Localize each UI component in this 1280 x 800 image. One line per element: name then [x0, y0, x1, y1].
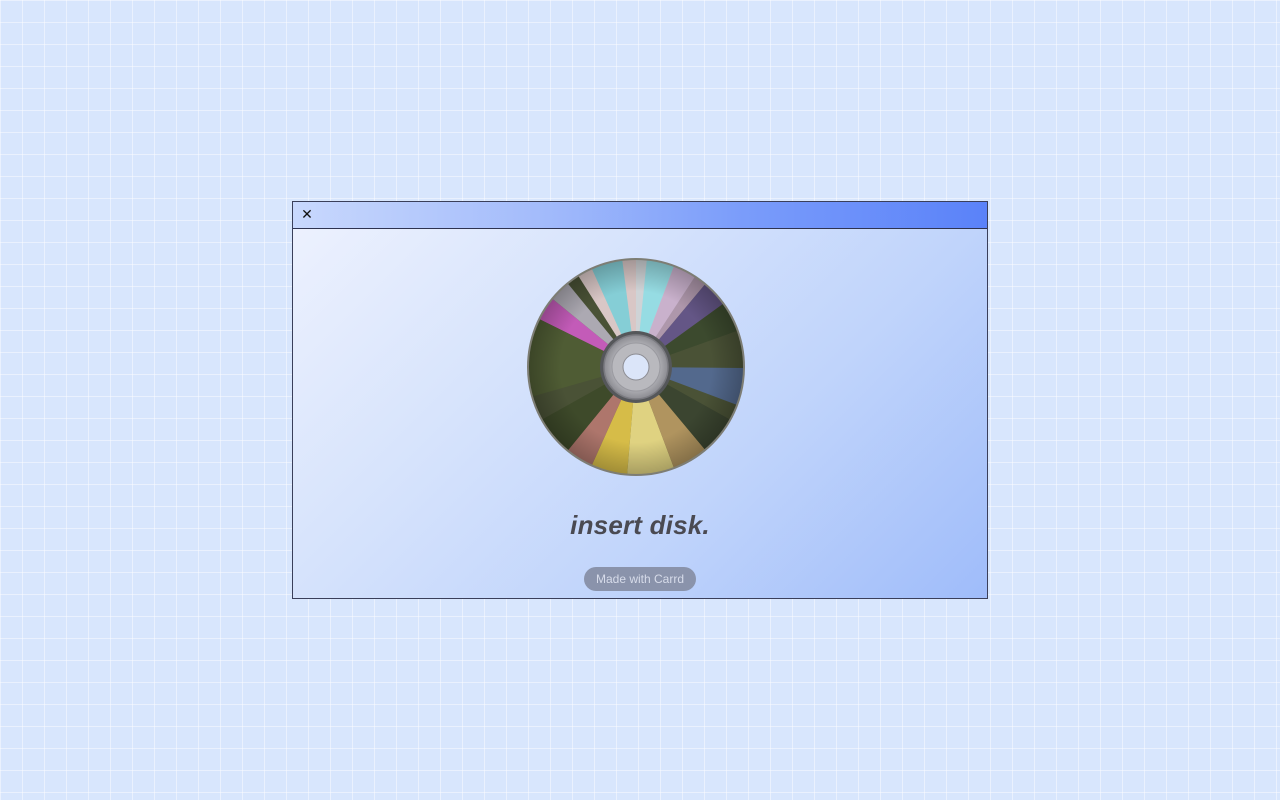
insert-disk-headline: insert disk.: [570, 510, 710, 540]
made-with-carrd-button[interactable]: Made with Carrd: [584, 567, 696, 591]
close-icon[interactable]: ✕: [299, 206, 315, 224]
title-bar[interactable]: ✕: [293, 202, 987, 229]
compact-disc-icon: [527, 258, 745, 476]
dialog-window: ✕ insert disk. Made with Carrd: [292, 201, 988, 599]
